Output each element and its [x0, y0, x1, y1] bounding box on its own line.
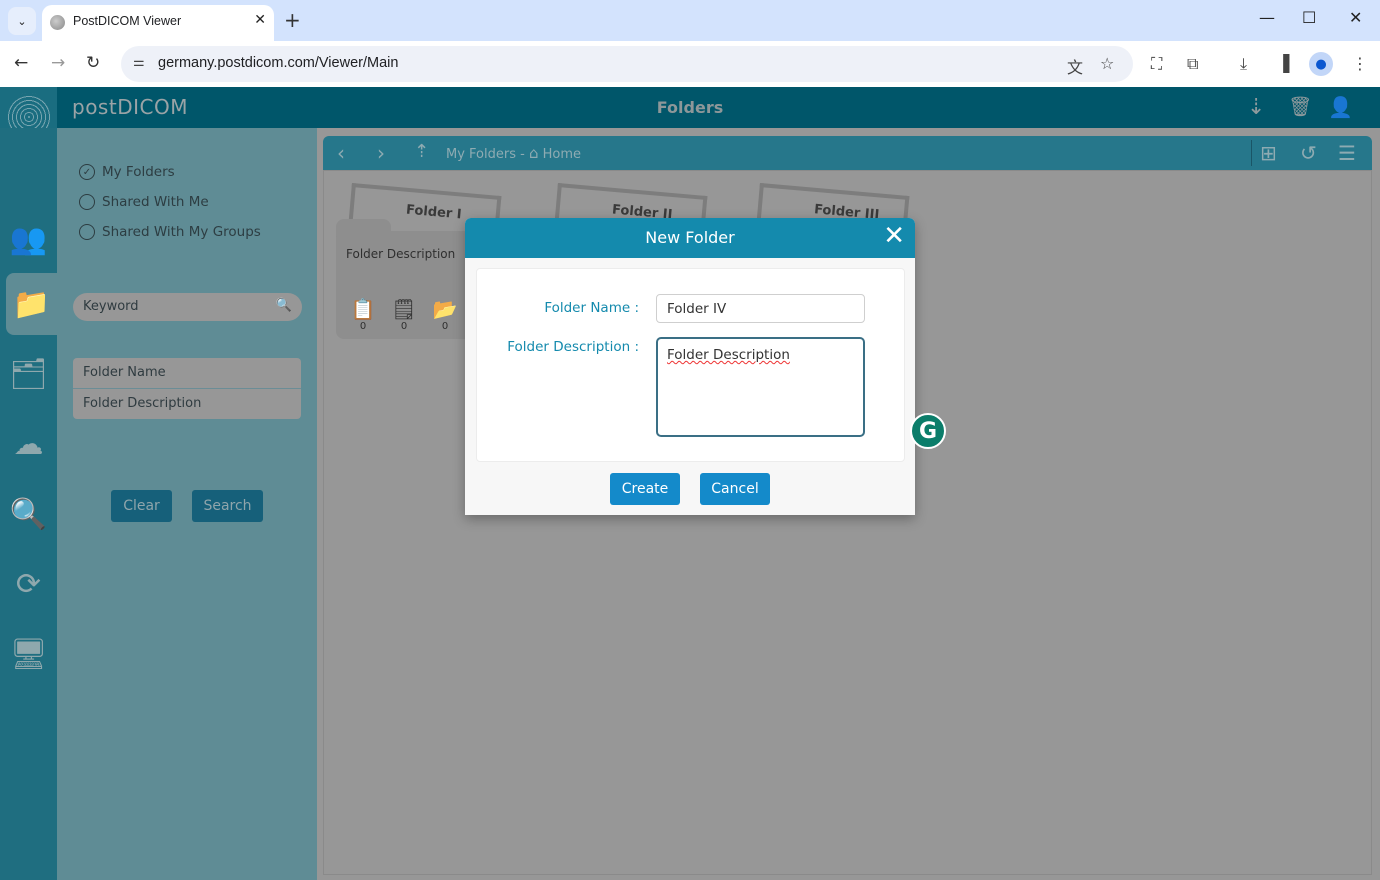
open-folder-icon: 📂 — [432, 297, 458, 321]
field-option-folder-name[interactable]: Folder Name — [73, 358, 301, 388]
chevron-down-icon: ⌄ — [17, 14, 27, 28]
radio-label: Shared With My Groups — [102, 224, 261, 240]
radio-unchecked-icon — [79, 224, 95, 240]
folder-name-label: Folder Name : — [544, 300, 639, 316]
address-bar[interactable]: ⚌ germany.postdicom.com/Viewer/Main 文 ☆ — [121, 46, 1133, 82]
sort-icon[interactable]: ⇣ — [1247, 95, 1265, 120]
dialog-title: New Folder — [645, 228, 735, 247]
folder-stat-subfolders: 📂 0 — [432, 297, 458, 332]
forward-nav-icon[interactable]: › — [377, 141, 385, 165]
clipboard-globe-icon: 🗒 — [391, 297, 417, 321]
folder-stat-studies: 🗒 0 — [391, 297, 417, 332]
radio-label: Shared With Me — [102, 194, 209, 210]
bookmark-star-icon[interactable]: ☆ — [1100, 54, 1114, 73]
parent-folder-icon[interactable]: ⇡ — [414, 141, 429, 162]
create-button[interactable]: Create — [610, 473, 680, 505]
filter-panel: ✓ My Folders Shared With Me Shared With … — [57, 128, 317, 880]
home-icon: ⌂ — [528, 144, 539, 162]
user-icon[interactable]: 👤 — [1328, 95, 1353, 119]
sidebar-item-search-list[interactable]: 🔍 — [0, 483, 57, 545]
toolbar-divider — [1251, 140, 1252, 166]
sidebar-rail: 👥 📁 🗂 ☁ 🔍 ⟳ 🖥 — [0, 128, 57, 880]
browser-menu-icon[interactable]: ⋮ — [1352, 54, 1368, 73]
side-panel-icon[interactable]: ▐ — [1277, 54, 1289, 73]
folder-icon: 📁 — [12, 286, 51, 322]
back-icon[interactable]: ← — [14, 53, 28, 73]
browser-tab-strip: ⌄ PostDICOM Viewer ✕ + — ☐ ✕ — [0, 0, 1380, 41]
grammarly-icon[interactable]: G — [910, 413, 946, 449]
radio-shared-with-my-groups[interactable]: Shared With My Groups — [79, 224, 261, 240]
sidebar-item-folders[interactable]: 📁 — [6, 273, 57, 335]
dialog-body: Folder Name : Folder Description : Folde… — [476, 268, 905, 462]
back-nav-icon[interactable]: ‹ — [337, 141, 345, 165]
sidebar-item-transfer[interactable]: 🖥 — [0, 623, 57, 685]
transfer-screens-icon: 🖥 — [9, 636, 48, 672]
sidebar-item-upload[interactable]: ☁ — [0, 413, 57, 475]
search-button[interactable]: Search — [192, 490, 263, 522]
extensions-icon[interactable]: ⧉ — [1187, 54, 1198, 74]
cancel-button[interactable]: Cancel — [700, 473, 770, 505]
breadcrumb-my-folders[interactable]: My Folders - — [446, 147, 525, 162]
search-field-list: Folder Name Folder Description — [73, 358, 301, 419]
clear-button[interactable]: Clear — [111, 490, 172, 522]
screenshot-icon[interactable]: ⛶ — [1151, 54, 1162, 74]
keyword-search-input[interactable]: Keyword 🔍 — [73, 293, 302, 321]
search-icon[interactable]: 🔍 — [276, 298, 292, 313]
clipboard-list-icon: 📋 — [350, 297, 376, 321]
keyword-placeholder: Keyword — [83, 299, 139, 314]
radio-shared-with-me[interactable]: Shared With Me — [79, 194, 209, 210]
maximize-icon[interactable]: ☐ — [1302, 8, 1316, 27]
folder-description-label: Folder Description : — [507, 339, 639, 355]
dialog-header: New Folder ✕ — [465, 218, 915, 258]
tab-title: PostDICOM Viewer — [73, 14, 182, 28]
radio-my-folders[interactable]: ✓ My Folders — [79, 164, 175, 180]
postdicom-favicon-icon — [50, 15, 65, 30]
page-title: Folders — [656, 98, 724, 117]
radio-label: My Folders — [102, 164, 175, 180]
sync-icon: ⟳ — [15, 566, 42, 602]
trash-icon[interactable]: 🗑 — [1288, 95, 1312, 118]
sidebar-item-patients[interactable]: 👥 — [0, 208, 57, 270]
reload-icon[interactable]: ↻ — [86, 53, 100, 73]
forward-icon[interactable]: → — [51, 53, 65, 73]
refresh-icon[interactable]: ↺ — [1300, 141, 1317, 165]
field-option-folder-description[interactable]: Folder Description — [73, 388, 301, 418]
cloud-upload-icon: ☁ — [13, 426, 44, 462]
folder-stat-patients: 📋 0 — [350, 297, 376, 332]
brand-logo-text: postDICOM — [72, 95, 188, 119]
app-header: Folders postDICOM ⇣ 🗑 👤 — [0, 87, 1380, 128]
new-tab-button[interactable]: + — [284, 8, 301, 32]
tab-list-button[interactable]: ⌄ — [8, 7, 36, 35]
downloads-icon[interactable]: ⤓ — [1240, 54, 1247, 74]
browser-tab[interactable]: PostDICOM Viewer ✕ — [42, 5, 274, 41]
list-search-icon: 🔍 — [9, 496, 48, 532]
patients-icon: 👥 — [9, 221, 48, 257]
studies-icon: 🗂 — [9, 356, 48, 392]
sidebar-item-sync[interactable]: ⟳ — [0, 553, 57, 615]
radio-checked-icon: ✓ — [79, 164, 95, 180]
minimize-icon[interactable]: — — [1259, 8, 1275, 27]
url-text[interactable]: germany.postdicom.com/Viewer/Main — [158, 55, 398, 71]
close-icon[interactable]: ✕ — [883, 223, 905, 249]
site-info-icon[interactable]: ⚌ — [133, 55, 145, 70]
profile-icon: ● — [1315, 56, 1327, 72]
window-close-icon[interactable]: ✕ — [1349, 8, 1362, 27]
close-tab-icon[interactable]: ✕ — [254, 12, 266, 28]
folder-name-input[interactable] — [656, 294, 865, 323]
translate-icon[interactable]: 文 — [1067, 54, 1083, 78]
sidebar-item-studies[interactable]: 🗂 — [0, 343, 57, 405]
breadcrumb: My Folders - ⌂ Home — [446, 144, 581, 162]
more-options-icon[interactable]: ☰ — [1338, 141, 1356, 165]
folder-description: Folder Description — [346, 247, 456, 261]
profile-avatar[interactable]: ● — [1309, 52, 1333, 76]
content-toolbar: ‹ › ⇡ My Folders - ⌂ Home ⊞ ↺ ☰ — [323, 136, 1372, 170]
folder-description-input[interactable]: Folder Description — [656, 337, 865, 437]
browser-toolbar: ← → ↻ ⚌ germany.postdicom.com/Viewer/Mai… — [0, 41, 1380, 87]
new-folder-dialog: New Folder ✕ Folder Name : Folder Descri… — [465, 218, 915, 515]
radio-unchecked-icon — [79, 194, 95, 210]
new-folder-icon[interactable]: ⊞ — [1260, 141, 1277, 165]
breadcrumb-home[interactable]: Home — [543, 147, 581, 162]
